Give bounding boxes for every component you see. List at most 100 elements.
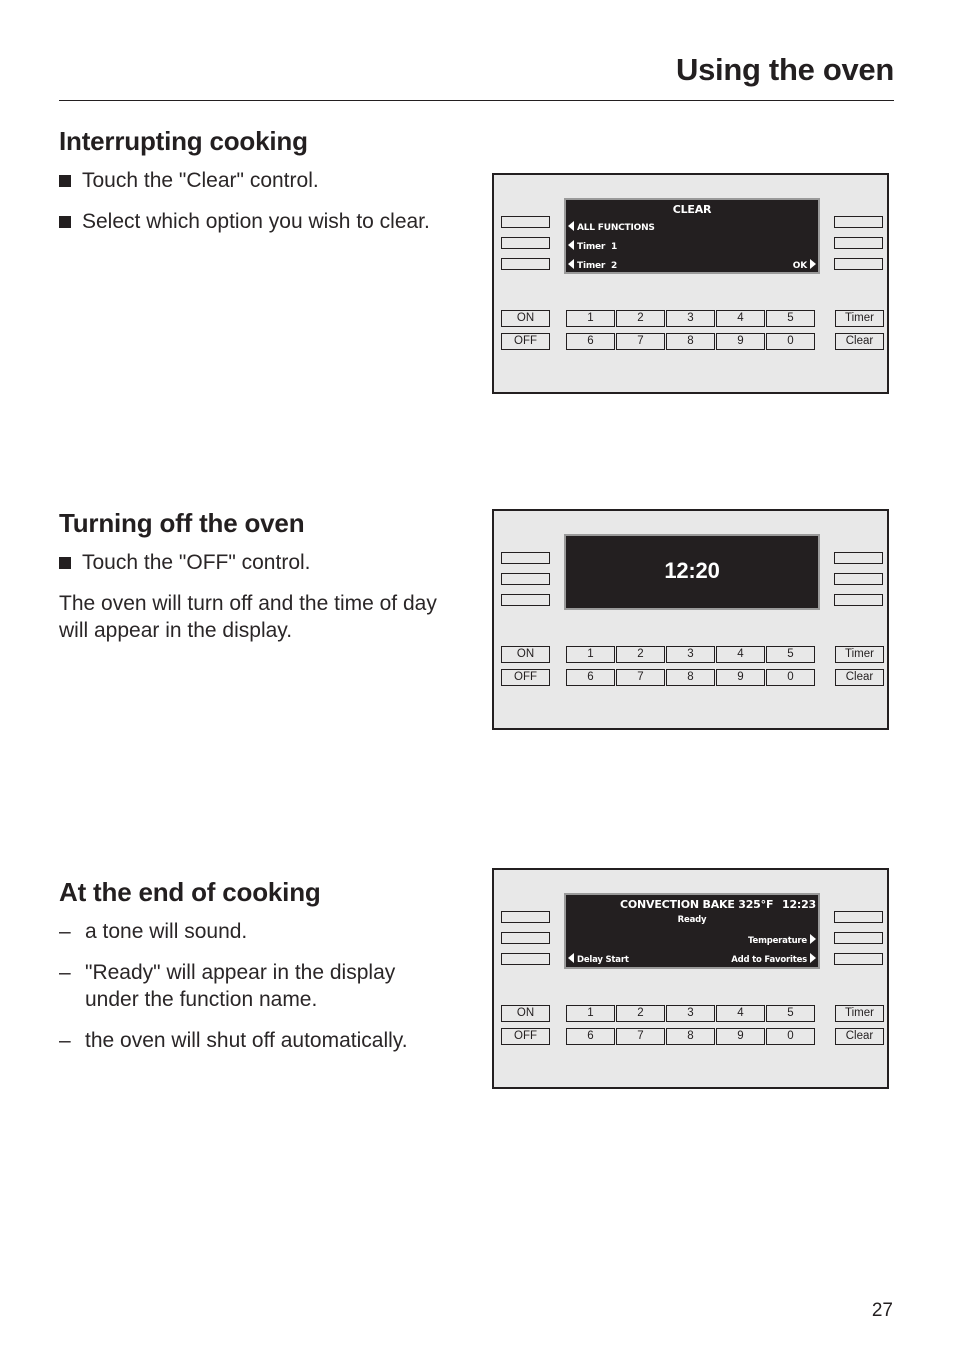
number-key[interactable]: 6 <box>566 669 615 686</box>
number-key[interactable]: 4 <box>716 310 765 327</box>
display-option-timer-1[interactable]: Timer 1 <box>568 240 617 253</box>
option-label: Delay Start <box>577 955 629 965</box>
off-button[interactable]: OFF <box>501 1028 550 1045</box>
dash-text: a tone will sound. <box>85 920 248 943</box>
number-key[interactable]: 5 <box>766 1005 815 1022</box>
number-key[interactable]: 3 <box>666 1005 715 1022</box>
dash-marker: – <box>59 1029 71 1052</box>
right-softkey-2[interactable] <box>834 932 883 944</box>
dash-marker: – <box>59 920 71 943</box>
number-key[interactable]: 0 <box>766 1028 815 1045</box>
display-option-temperature[interactable]: Temperature <box>748 934 816 947</box>
on-button[interactable]: ON <box>501 310 550 327</box>
oven-control-panel-ready: CONVECTION BAKE 325°F 12:23 Ready Temper… <box>492 868 889 1089</box>
timer-button[interactable]: Timer <box>835 1005 884 1022</box>
number-key[interactable]: 8 <box>666 1028 715 1045</box>
number-key[interactable]: 7 <box>616 333 665 350</box>
number-key[interactable]: 0 <box>766 333 815 350</box>
left-softkey-3[interactable] <box>501 258 550 270</box>
off-button[interactable]: OFF <box>501 669 550 686</box>
section-heading: Turning off the oven <box>59 508 305 538</box>
clear-button[interactable]: Clear <box>835 333 884 350</box>
right-softkey-1[interactable] <box>834 552 883 564</box>
page-number: 27 <box>871 1300 893 1321</box>
right-softkey-1[interactable] <box>834 911 883 923</box>
left-softkey-2[interactable] <box>501 237 550 249</box>
option-label: OK <box>792 261 807 271</box>
dash-text: "Ready" will appear in the display under… <box>85 961 396 1011</box>
display-option-all-functions[interactable]: ALL FUNCTIONS <box>568 221 655 234</box>
left-softkey-3[interactable] <box>501 953 550 965</box>
timer-button[interactable]: Timer <box>835 646 884 663</box>
left-arrow-icon <box>568 259 574 269</box>
on-button[interactable]: ON <box>501 1005 550 1022</box>
title-divider <box>59 100 894 101</box>
square-bullet-icon <box>59 216 71 228</box>
number-key[interactable]: 1 <box>566 1005 615 1022</box>
right-softkey-3[interactable] <box>834 594 883 606</box>
section-turning-off-oven: Turning off the oven Touch the "OFF" con… <box>59 508 479 644</box>
right-softkey-1[interactable] <box>834 216 883 228</box>
number-key[interactable]: 6 <box>566 1028 615 1045</box>
display-option-add-to-favorites[interactable]: Add to Favorites <box>731 953 816 966</box>
number-key[interactable]: 9 <box>716 669 765 686</box>
on-button[interactable]: ON <box>501 646 550 663</box>
left-softkey-1[interactable] <box>501 552 550 564</box>
off-button[interactable]: OFF <box>501 333 550 350</box>
left-softkey-1[interactable] <box>501 216 550 228</box>
number-key[interactable]: 5 <box>766 310 815 327</box>
bullet-item: Touch the "OFF" control. <box>59 549 479 576</box>
square-bullet-icon <box>59 557 71 569</box>
bullet-text: Touch the "OFF" control. <box>82 551 311 574</box>
number-key[interactable]: 2 <box>616 310 665 327</box>
number-key[interactable]: 8 <box>666 669 715 686</box>
number-key[interactable]: 4 <box>716 1005 765 1022</box>
number-key[interactable]: 7 <box>616 669 665 686</box>
square-bullet-icon <box>59 175 71 187</box>
display-option-delay-start[interactable]: Delay Start <box>568 953 629 966</box>
number-key[interactable]: 2 <box>616 646 665 663</box>
right-arrow-icon <box>810 934 816 944</box>
clear-button[interactable]: Clear <box>835 1028 884 1045</box>
right-arrow-icon <box>810 259 816 269</box>
option-label: Temperature <box>748 936 807 946</box>
page-title: Using the oven <box>676 52 894 87</box>
clear-button[interactable]: Clear <box>835 669 884 686</box>
left-softkey-2[interactable] <box>501 932 550 944</box>
left-arrow-icon <box>568 240 574 250</box>
number-key[interactable]: 8 <box>666 333 715 350</box>
section-heading: At the end of cooking <box>59 877 321 907</box>
number-key[interactable]: 9 <box>716 1028 765 1045</box>
section-interrupting-cooking: Interrupting cooking Touch the "Clear" c… <box>59 126 479 235</box>
number-key[interactable]: 3 <box>666 310 715 327</box>
number-key[interactable]: 4 <box>716 646 765 663</box>
display-option-timer-2[interactable]: Timer 2 <box>568 259 617 272</box>
bullet-item: Select which option you wish to clear. <box>59 208 479 235</box>
oven-control-panel-off: 12:20 ON OFF 1 6 2 7 3 8 4 9 5 0 Timer Clear <box>492 509 889 730</box>
dash-marker: – <box>59 961 71 984</box>
right-softkey-3[interactable] <box>834 953 883 965</box>
display-time: 12:20 <box>664 558 720 583</box>
left-softkey-1[interactable] <box>501 911 550 923</box>
oven-display: 12:20 <box>564 534 820 610</box>
option-label: Timer 1 <box>577 242 618 252</box>
number-key[interactable]: 1 <box>566 646 615 663</box>
right-softkey-3[interactable] <box>834 258 883 270</box>
number-key[interactable]: 6 <box>566 333 615 350</box>
timer-button[interactable]: Timer <box>835 310 884 327</box>
right-softkey-2[interactable] <box>834 573 883 585</box>
number-key[interactable]: 0 <box>766 669 815 686</box>
number-key[interactable]: 1 <box>566 310 615 327</box>
number-key[interactable]: 9 <box>716 333 765 350</box>
number-key[interactable]: 5 <box>766 646 815 663</box>
display-option-ok[interactable]: OK <box>793 259 816 272</box>
number-key[interactable]: 2 <box>616 1005 665 1022</box>
dash-item: – the oven will shut off automatically. <box>59 1027 479 1054</box>
bullet-item: Touch the "Clear" control. <box>59 167 479 194</box>
left-softkey-3[interactable] <box>501 594 550 606</box>
right-softkey-2[interactable] <box>834 237 883 249</box>
display-title: CLEAR <box>672 203 712 216</box>
left-softkey-2[interactable] <box>501 573 550 585</box>
number-key[interactable]: 3 <box>666 646 715 663</box>
number-key[interactable]: 7 <box>616 1028 665 1045</box>
